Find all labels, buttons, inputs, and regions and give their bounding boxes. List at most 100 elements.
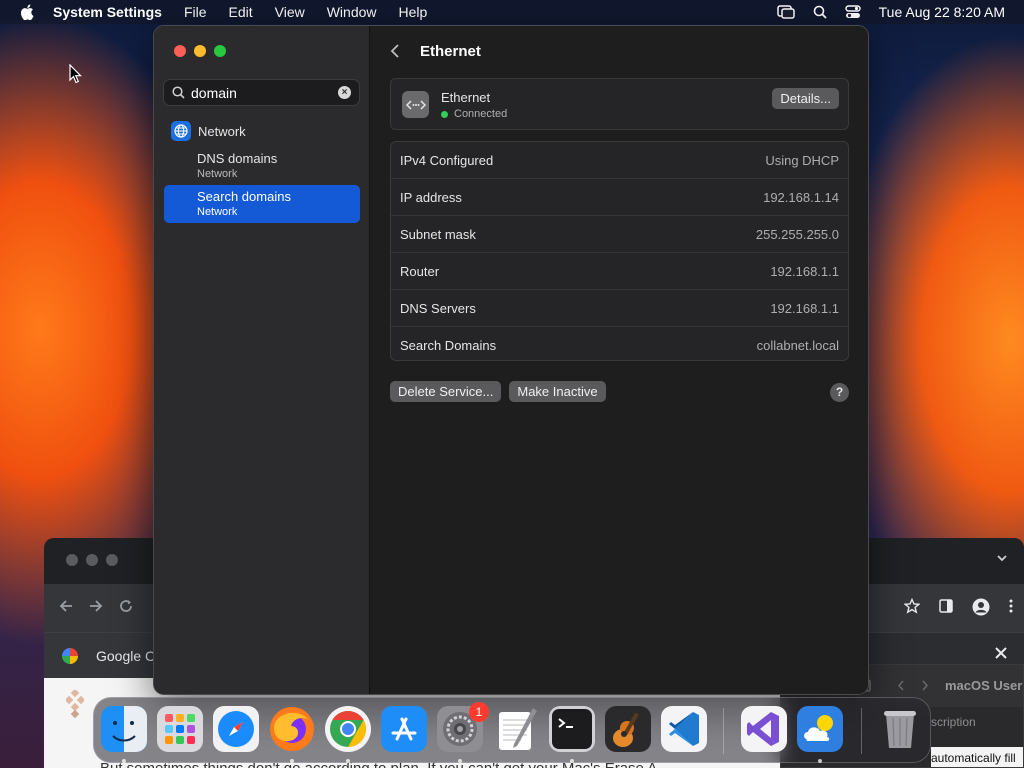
- forward-arrow-icon[interactable]: [88, 598, 104, 614]
- table-row: IPv4 Configured Using DHCP: [391, 142, 848, 179]
- make-inactive-button[interactable]: Make Inactive: [509, 381, 606, 402]
- row-value: 255.255.255.0: [755, 227, 839, 242]
- connection-status-text: Connected: [454, 108, 508, 120]
- running-indicator: [570, 759, 574, 763]
- search-input[interactable]: [191, 84, 331, 101]
- menu-edit[interactable]: Edit: [229, 4, 253, 20]
- connected-status-icon: [441, 110, 448, 118]
- dock-launchpad-icon[interactable]: [157, 706, 203, 752]
- row-label: IP address: [400, 190, 462, 205]
- chevron-down-icon[interactable]: [996, 552, 1008, 564]
- spotlight-search-icon[interactable]: [813, 5, 827, 19]
- minimize-window-button[interactable]: [194, 45, 206, 57]
- table-row: Search Domains collabnet.local: [391, 327, 848, 364]
- table-row: Subnet mask 255.255.255.0: [391, 216, 848, 253]
- running-indicator: [290, 759, 294, 763]
- table-row: DNS Servers 192.168.1.1: [391, 290, 848, 327]
- profile-icon[interactable]: [972, 598, 990, 616]
- dock-terminal-icon[interactable]: [549, 706, 595, 752]
- site-logo-icon: [66, 690, 84, 718]
- delete-service-button[interactable]: Delete Service...: [390, 381, 502, 402]
- back-chevron-icon[interactable]: [390, 43, 400, 59]
- back-chevron-icon[interactable]: [897, 679, 905, 692]
- dock-app-store-icon[interactable]: [381, 706, 427, 752]
- close-icon[interactable]: [994, 646, 1008, 660]
- sidebar-item-label: Network: [198, 123, 246, 139]
- dock-safari-icon[interactable]: [213, 706, 259, 752]
- menu-bar: System Settings File Edit View Window He…: [0, 0, 1024, 24]
- system-settings-window[interactable]: × Network DNS domains Network Search dom…: [153, 25, 869, 695]
- row-value: Using DHCP: [765, 153, 839, 168]
- browser-tab-title: Google C: [96, 648, 156, 664]
- details-button[interactable]: Details...: [772, 88, 839, 109]
- menu-clock[interactable]: Tue Aug 22 8:20 AM: [879, 4, 1005, 20]
- search-icon: [172, 86, 185, 99]
- row-value: 192.168.1.14: [763, 190, 839, 205]
- page-title: Ethernet: [420, 43, 481, 60]
- search-result-search-domains[interactable]: Search domains Network: [164, 185, 360, 223]
- running-indicator: [122, 759, 126, 763]
- search-result-dns-domains[interactable]: DNS domains Network: [164, 147, 360, 185]
- menu-help[interactable]: Help: [399, 4, 428, 20]
- dock-separator: [861, 708, 862, 754]
- menu-view[interactable]: View: [275, 4, 305, 20]
- service-name: Ethernet: [441, 90, 491, 105]
- zoom-window-button[interactable]: [214, 45, 226, 57]
- result-subtitle: Network: [197, 206, 238, 218]
- window-traffic-lights: [174, 45, 226, 57]
- dock-garageband-icon[interactable]: [605, 706, 651, 752]
- dock-weather-icon[interactable]: [797, 706, 843, 752]
- dock-firefox-icon[interactable]: [269, 706, 315, 752]
- control-center-icon[interactable]: [844, 5, 861, 19]
- close-window-button[interactable]: [174, 45, 186, 57]
- row-label: Subnet mask: [400, 227, 476, 242]
- dock-vscode-icon[interactable]: [661, 706, 707, 752]
- running-indicator: [346, 759, 350, 763]
- reload-icon[interactable]: [118, 598, 134, 614]
- forward-chevron-icon[interactable]: [921, 679, 929, 692]
- settings-search-field[interactable]: ×: [163, 79, 360, 106]
- dock-visual-studio-icon[interactable]: [741, 706, 787, 752]
- service-actions: Delete Service... Make Inactive: [390, 381, 606, 402]
- dock: 1: [93, 697, 931, 763]
- connection-status: Connected: [441, 108, 507, 120]
- menu-file[interactable]: File: [184, 4, 207, 20]
- globe-icon: [171, 121, 191, 141]
- result-title: DNS domains: [197, 151, 278, 166]
- doc-body-text: automatically fill: [931, 747, 1023, 767]
- more-options-icon[interactable]: [1008, 598, 1014, 614]
- row-label: Router: [400, 264, 440, 279]
- app-menu-name[interactable]: System Settings: [53, 4, 162, 20]
- screen-mirroring-icon[interactable]: [776, 5, 795, 19]
- help-button[interactable]: ?: [830, 383, 849, 402]
- sidebar-item-network[interactable]: Network: [171, 121, 246, 141]
- mouse-cursor-icon: [69, 64, 82, 84]
- dock-trash-icon[interactable]: [877, 706, 923, 752]
- table-row: Router 192.168.1.1: [391, 253, 848, 290]
- dock-textedit-icon[interactable]: [493, 706, 539, 752]
- dock-chrome-icon[interactable]: [325, 706, 371, 752]
- result-title: Search domains: [197, 189, 291, 204]
- row-value: 192.168.1.1: [770, 301, 839, 316]
- clear-search-icon[interactable]: ×: [338, 86, 351, 99]
- side-panel-icon[interactable]: [938, 598, 954, 614]
- settings-sidebar: × Network DNS domains Network Search dom…: [154, 26, 370, 694]
- apple-menu-icon[interactable]: [20, 4, 34, 20]
- back-arrow-icon[interactable]: [58, 598, 74, 614]
- notification-badge: 1: [469, 702, 489, 722]
- doc-subtext: scription: [931, 715, 976, 729]
- dock-finder-icon[interactable]: [101, 706, 147, 752]
- row-label: IPv4 Configured: [400, 153, 494, 168]
- ethernet-service-card: Ethernet Connected Details...: [390, 78, 849, 130]
- dock-separator: [723, 708, 724, 754]
- table-row: IP address 192.168.1.14: [391, 179, 848, 216]
- menu-window[interactable]: Window: [327, 4, 377, 20]
- doc-window-title: macOS User: [945, 678, 1023, 693]
- bookmark-star-icon[interactable]: [904, 598, 920, 614]
- row-value: 192.168.1.1: [770, 264, 839, 279]
- browser-traffic-lights[interactable]: [66, 554, 118, 566]
- network-info-table: IPv4 Configured Using DHCP IP address 192.…: [390, 141, 849, 361]
- row-label: DNS Servers: [400, 301, 476, 316]
- ethernet-icon: [402, 91, 429, 118]
- running-indicator: [818, 759, 822, 763]
